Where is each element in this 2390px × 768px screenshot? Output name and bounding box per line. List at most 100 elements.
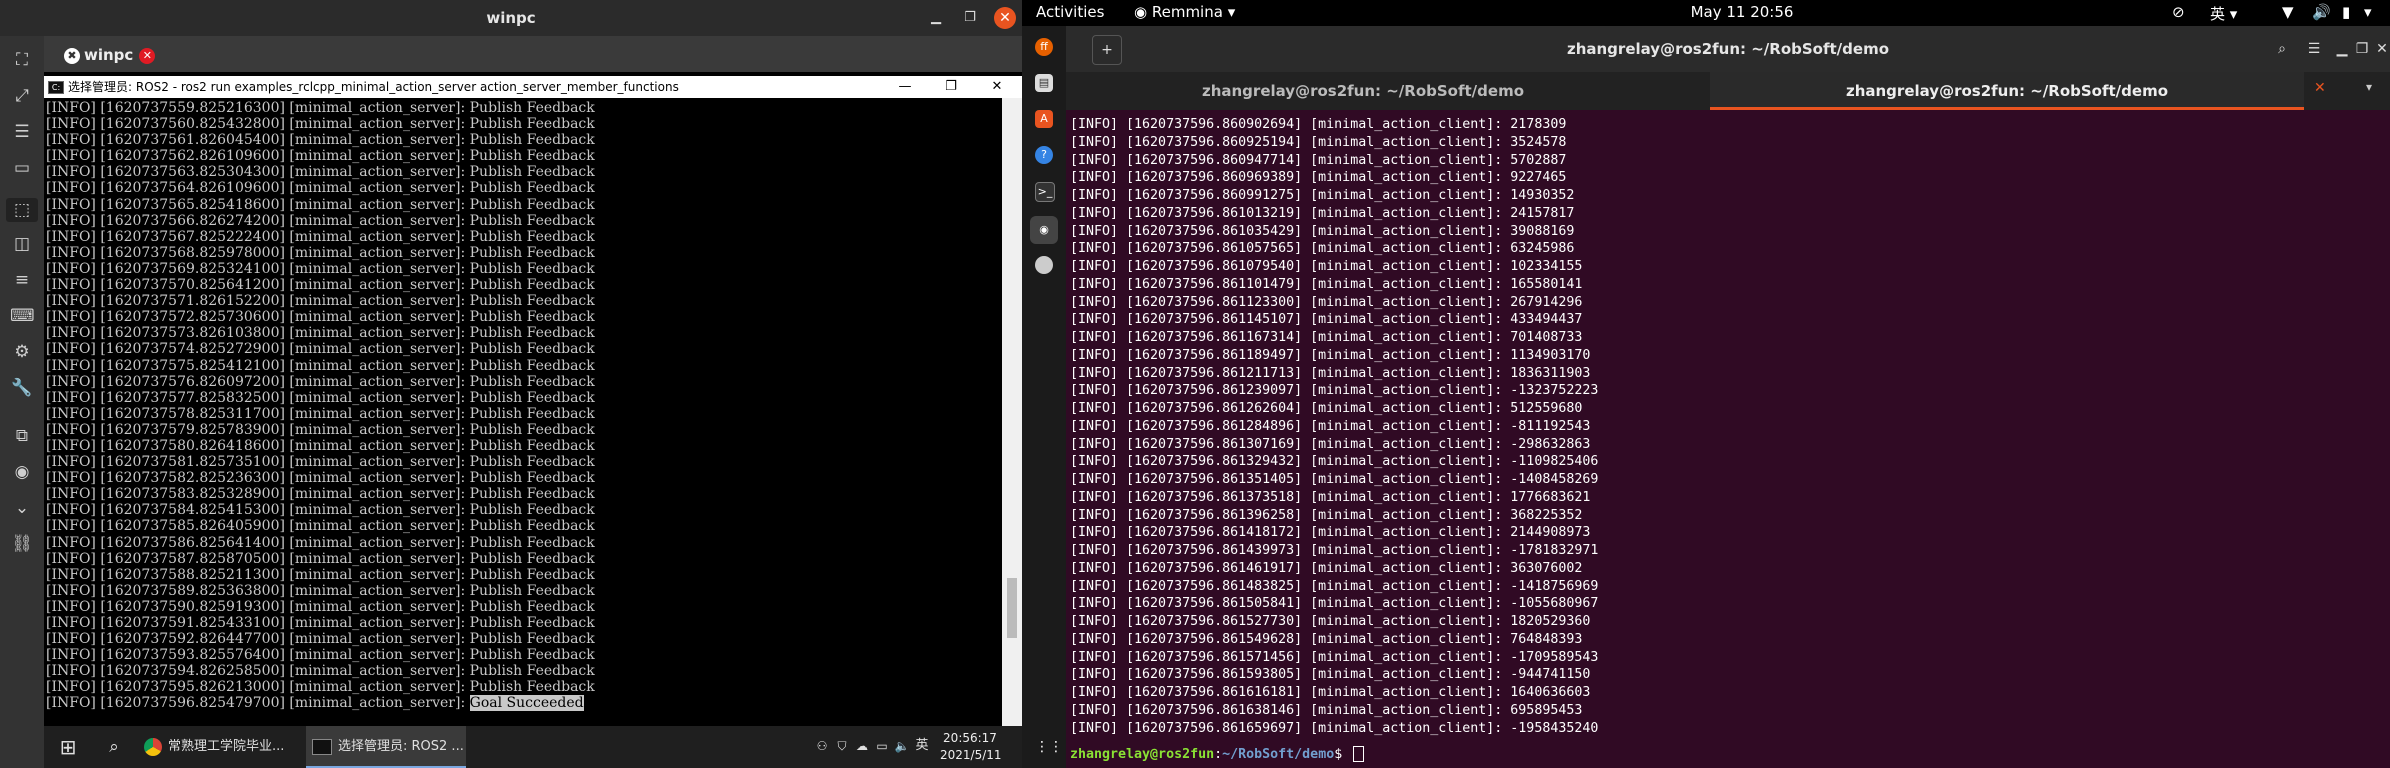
terminal-line: [INFO] [1620737596.861307169] [minimal_a…	[1070, 436, 1591, 452]
terminal-line: [INFO] [1620737596.861211713] [minimal_a…	[1070, 365, 1591, 381]
fullscreen-icon[interactable]: ⛶	[10, 48, 34, 72]
taskbar-date: 2021/5/11	[940, 748, 1002, 762]
taskbar-clock[interactable]: 20:56:17 2021/5/11	[940, 730, 1002, 764]
shell-prompt[interactable]: zhangrelay@ros2fun:~/RobSoft/demo$	[1070, 746, 1365, 764]
scale-icon[interactable]: ⤢	[10, 84, 34, 108]
cmd-line: [INFO] [1620737576.826097200] [minimal_a…	[46, 373, 595, 390]
cmd-line: [INFO] [1620737572.825730600] [minimal_a…	[46, 309, 595, 326]
system-menu-icon[interactable]: ▾	[2364, 3, 2372, 21]
ime-icon[interactable]: ⊘	[2172, 3, 2185, 21]
tab-close-icon[interactable]: ✕	[2314, 80, 2326, 96]
selection-icon[interactable]: ⬚	[6, 198, 38, 222]
terminal-line: [INFO] [1620737596.860925194] [minimal_a…	[1070, 134, 1567, 150]
duplicate-icon[interactable]: ⧉	[10, 424, 34, 448]
remmina-tabbar	[44, 36, 1022, 72]
terminal-line: [INFO] [1620737596.861239097] [minimal_a…	[1070, 383, 1599, 399]
files-icon[interactable]: ▤	[1035, 74, 1053, 92]
tools-icon[interactable]: 🔧	[10, 376, 34, 400]
terminal-line: [INFO] [1620737596.861571456] [minimal_a…	[1070, 649, 1599, 665]
dynamic-resolution-icon[interactable]: ◫	[10, 232, 34, 256]
terminal-line: [INFO] [1620737596.861439973] [minimal_a…	[1070, 543, 1599, 558]
ubuntu-dock: ff ▤ A ? >_ ◉ ⋮⋮	[1022, 26, 1066, 768]
close-icon[interactable]: ✕	[994, 7, 1016, 29]
remmina-tab[interactable]: ✖ winpc ✕	[64, 42, 160, 68]
cmd-line: [INFO] [1620737577.825832500] [minimal_a…	[46, 389, 595, 406]
remmina-window: winpc ▁ ❐ ✕ ⛶ ⤢ ☰ ▭ ⬚ ◫ ≡ ⌨ ⚙ 🔧 ⧉ ◉ ⌄ ⛓ …	[0, 0, 1022, 768]
cmd-console[interactable]: [INFO] [1620737559.825216300] [minimal_a…	[44, 98, 1002, 728]
volume-icon[interactable]: 🔊	[2312, 3, 2331, 21]
terminal-line: [INFO] [1620737596.861079540] [minimal_a…	[1070, 259, 1583, 274]
search-icon[interactable]: ⌕	[92, 726, 136, 768]
tray-people-icon[interactable]: ⚇	[814, 738, 830, 754]
taskbar-chrome-label: 常熟理工学院毕业...	[168, 739, 285, 754]
tabs-menu-icon[interactable]: ▾	[2366, 80, 2372, 94]
cmd-line: [INFO] [1620737566.826274200] [minimal_a…	[46, 212, 595, 229]
cmd-line: [INFO] [1620737580.826418600] [minimal_a…	[46, 437, 595, 454]
cmd-minimize-icon[interactable]: —	[882, 76, 928, 98]
battery-icon[interactable]: ▮	[2342, 3, 2350, 21]
tray-volume-icon[interactable]: 🔈	[894, 738, 910, 754]
terminal-line: [INFO] [1620737596.861035429] [minimal_a…	[1070, 223, 1575, 239]
disconnect-icon[interactable]: ⛓	[10, 532, 34, 556]
hamburger-menu-icon[interactable]: ☰	[2300, 35, 2328, 63]
remmina-dock-icon[interactable]: ◉	[1030, 216, 1058, 244]
tray-shield-icon[interactable]: ⛉	[834, 738, 850, 754]
terminal-tab-label: zhangrelay@ros2fun: ~/RobSoft/demo	[1201, 82, 1525, 100]
connection-icon: ✖	[64, 47, 80, 64]
software-icon[interactable]: A	[1035, 110, 1053, 128]
screenshot-icon[interactable]: ◉	[10, 460, 34, 484]
input-method-label: 英	[2210, 5, 2226, 23]
menu-icon[interactable]: ☰	[10, 120, 34, 144]
help-icon[interactable]: ?	[1035, 146, 1053, 164]
taskbar-chrome[interactable]: 常熟理工学院毕业...	[144, 726, 300, 768]
terminal-line: [INFO] [1620737596.861057565] [minimal_a…	[1070, 241, 1575, 257]
terminal-icon[interactable]: >_	[1035, 182, 1055, 202]
terminal-tab-1[interactable]: zhangrelay@ros2fun: ~/RobSoft/demo	[1066, 72, 1660, 110]
window-icon[interactable]: ▭	[10, 156, 34, 180]
cmd-line: [INFO] [1620737593.825576400] [minimal_a…	[46, 647, 595, 664]
chevron-down-icon: ▾	[1222, 3, 1236, 21]
cmd-line-prefix: [INFO] [1620737596.825479700] [minimal_a…	[46, 695, 470, 712]
disc-icon[interactable]	[1035, 256, 1053, 274]
taskbar-cmd[interactable]: 选择管理员: ROS2 ...	[306, 726, 466, 768]
terminal-tab-2[interactable]: zhangrelay@ros2fun: ~/RobSoft/demo	[1710, 72, 2304, 110]
topbar-clock[interactable]: May 11 20:56	[1682, 3, 1802, 21]
firefox-icon[interactable]: ff	[1035, 38, 1053, 56]
new-tab-icon[interactable]: +	[1092, 35, 1122, 65]
tray-network-icon[interactable]: ▭	[874, 738, 890, 754]
app-menu[interactable]: ◉ Remmina ▾	[1134, 3, 1235, 21]
terminal-line: [INFO] [1620737596.861396258] [minimal_a…	[1070, 507, 1583, 523]
activities-button[interactable]: Activities	[1036, 3, 1104, 21]
tray-ime[interactable]: 英	[914, 738, 930, 754]
cmd-line: [INFO] [1620737573.826103800] [minimal_a…	[46, 325, 595, 342]
prompt-dollar: $	[1334, 747, 1351, 762]
cmd-close-icon[interactable]: ✕	[974, 76, 1020, 98]
cmd-scroll-thumb[interactable]	[1007, 578, 1017, 638]
cmd-icon: C:	[48, 81, 64, 94]
preferences-icon[interactable]: ⚙	[10, 340, 34, 364]
restore-icon[interactable]: ❐	[960, 8, 980, 28]
close-icon[interactable]: ✕	[2368, 35, 2390, 63]
taskbar-cmd-label: 选择管理员: ROS2 ...	[338, 739, 464, 754]
input-method[interactable]: 英 ▾	[2210, 3, 2237, 24]
chevron-down-icon[interactable]: ⌄	[10, 496, 34, 520]
show-apps-icon[interactable]: ⋮⋮	[1035, 738, 1063, 756]
terminal-line: [INFO] [1620737596.861461917] [minimal_a…	[1070, 560, 1583, 576]
tab-close-icon[interactable]: ✕	[139, 47, 156, 64]
prompt-user: zhangrelay@ros2fun	[1070, 747, 1215, 762]
list-icon[interactable]: ≡	[10, 268, 34, 292]
search-icon[interactable]: ⌕	[2268, 35, 2296, 63]
cmd-scrollbar[interactable]	[1002, 98, 1022, 726]
terminal-line: [INFO] [1620737596.861013219] [minimal_a…	[1070, 205, 1575, 221]
keyboard-icon[interactable]: ⌨	[10, 304, 35, 328]
tray-cloud-icon[interactable]: ☁	[854, 738, 870, 754]
terminal-line: [INFO] [1620737596.861145107] [minimal_a…	[1070, 312, 1583, 328]
cmd-maximize-icon[interactable]: ❐	[928, 76, 974, 98]
cmd-title-text: 选择管理员: ROS2 - ros2 run examples_rclcpp_m…	[68, 80, 679, 94]
cmd-line: [INFO] [1620737583.825328900] [minimal_a…	[46, 486, 595, 503]
wifi-icon[interactable]: ▼	[2282, 3, 2294, 21]
cmd-titlebar[interactable]: C: 选择管理员: ROS2 - ros2 run examples_rclcpp…	[44, 76, 1022, 98]
windows-start-icon[interactable]: ⊞	[44, 726, 92, 768]
terminal-headerbar[interactable]: zhangrelay@ros2fun: ~/RobSoft/demo + ⌕ ☰…	[1066, 26, 2390, 72]
minimize-icon[interactable]: ▁	[926, 8, 946, 28]
